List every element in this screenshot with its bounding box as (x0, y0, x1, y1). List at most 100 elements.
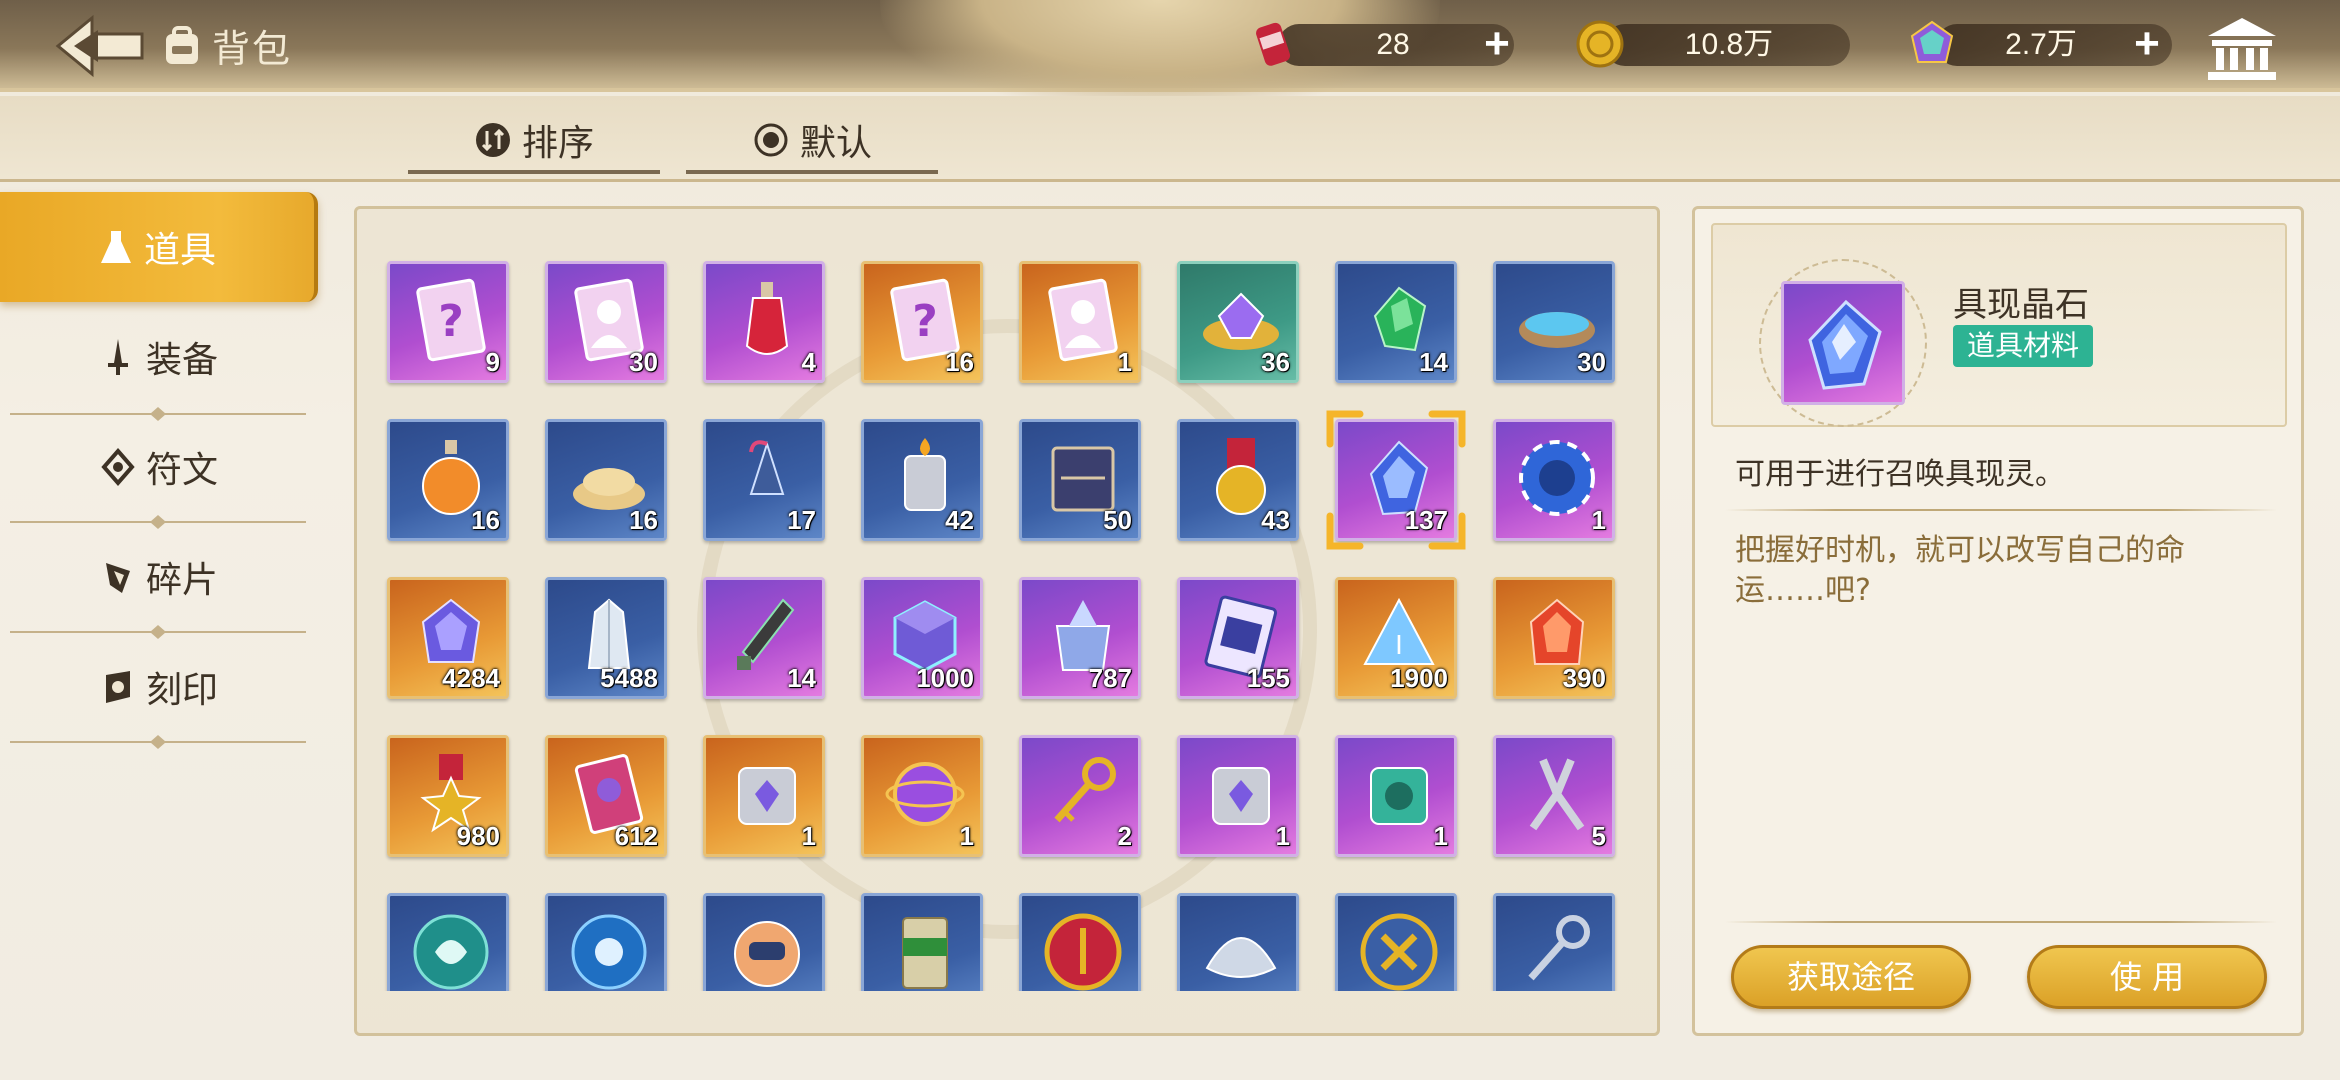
inventory-slot[interactable]: I 1900 (1335, 577, 1457, 699)
shard-icon (105, 563, 130, 593)
inventory-grid[interactable]: ? 9 30 4? 16 1 36 14 30 16 16 17 42 50 43 137 1 4284 5488 1… (357, 209, 1657, 991)
inventory-slot[interactable] (1019, 893, 1141, 991)
inventory-slot[interactable]: 30 (545, 261, 667, 383)
inventory-slot[interactable]: 36 (1177, 261, 1299, 383)
inventory-slot[interactable]: 42 (861, 419, 983, 541)
item-count: 16 (471, 505, 500, 535)
inventory-slot[interactable]: 5488 (545, 577, 667, 699)
item-count: 1000 (916, 663, 974, 693)
teal-can-icon (1370, 767, 1428, 825)
item-count: 9 (485, 347, 500, 377)
item-count: 30 (629, 347, 658, 377)
mystery-card-icon: ? (416, 278, 486, 362)
item-count: 16 (945, 347, 974, 377)
tin-can-icon (1212, 767, 1270, 825)
item-count: 36 (1261, 347, 1290, 377)
add-energy-button[interactable]: + (1478, 22, 1516, 66)
svg-text:I: I (1395, 631, 1403, 661)
inventory-slot[interactable]: 14 (703, 577, 825, 699)
currency-amount: 2.7万 (2005, 28, 2077, 61)
inventory-slot[interactable]: 1 (703, 735, 825, 857)
character-card-icon (1048, 278, 1118, 362)
inventory-slot[interactable]: 4 (703, 261, 825, 383)
inventory-slot[interactable]: 5 (1493, 735, 1615, 857)
inventory-slot[interactable]: 16 (387, 419, 509, 541)
item-count: 14 (1419, 347, 1448, 377)
tin-can-icon (738, 767, 796, 825)
inventory-slot[interactable] (861, 893, 983, 991)
inventory-slot[interactable]: 17 (703, 419, 825, 541)
inventory-slot[interactable]: 390 (1493, 577, 1615, 699)
cross-coin-icon (1360, 913, 1438, 991)
selected-item-name: 具现晶石 (1953, 285, 2089, 325)
inventory-slot[interactable] (703, 893, 825, 991)
inventory-slot[interactable]: 980 (387, 735, 509, 857)
item-count: 787 (1088, 663, 1132, 693)
inventory-slot[interactable]: 1 (1493, 419, 1615, 541)
inventory-slot[interactable]: 787 (1019, 577, 1141, 699)
item-count: 14 (787, 663, 816, 693)
item-description: 可用于进行召唤具现灵。 (1735, 457, 2065, 492)
backpack-icon (166, 25, 198, 64)
inventory-slot[interactable]: 2 (1019, 735, 1141, 857)
inventory-panel: ? 9 30 4? 16 1 36 14 30 16 16 17 42 50 43 137 1 4284 5488 1… (354, 206, 1660, 1036)
acquire-source-button[interactable]: 获取途径 (1731, 945, 1971, 1009)
cement-bag-icon (902, 917, 948, 989)
inventory-slot[interactable]: 155 (1177, 577, 1299, 699)
energy-can-icon (1256, 22, 1291, 66)
inventory-slot[interactable]: 612 (545, 735, 667, 857)
sidebar-item-seals[interactable]: 刻印 (0, 632, 318, 742)
inventory-slot[interactable] (1493, 893, 1615, 991)
item-count: 16 (629, 505, 658, 535)
sort-label: 排序 (521, 123, 594, 164)
item-count: 4284 (442, 663, 500, 693)
back-button[interactable] (52, 12, 148, 80)
inventory-slot[interactable]: 43 (1177, 419, 1299, 541)
blue-crystal-icon (1808, 299, 1882, 390)
sidebar-item-label: 碎片 (145, 560, 218, 601)
inventory-slot[interactable]: ? 16 (861, 261, 983, 383)
sidebar-item-runes[interactable]: 符文 (0, 412, 318, 522)
inventory-slot[interactable]: 14 (1335, 261, 1457, 383)
inventory-slot[interactable] (387, 893, 509, 991)
use-button[interactable]: 使 用 (2027, 945, 2267, 1009)
back-arrow-icon (55, 14, 144, 78)
inventory-slot[interactable]: 1 (1177, 735, 1299, 857)
sort-icon (475, 123, 510, 157)
inventory-slot[interactable]: 1 (1335, 735, 1457, 857)
inventory-slot[interactable] (1177, 893, 1299, 991)
sidebar-item-equipment[interactable]: 装备 (0, 302, 318, 412)
sort-button[interactable]: 排序 (408, 116, 660, 174)
item-type-badge: 道具材料 (1953, 325, 2094, 367)
inventory-slot[interactable]: 137 (1335, 419, 1457, 541)
bank-icon[interactable] (2204, 14, 2280, 82)
sword-icon (107, 339, 128, 375)
pliers-icon (1529, 758, 1585, 831)
selected-item-icon (1781, 281, 1905, 405)
item-count: 4 (801, 347, 816, 377)
inventory-slot[interactable]: 30 (1493, 261, 1615, 383)
inventory-slot[interactable]: ? 9 (387, 261, 509, 383)
category-sidebar: 道具 装备 符文 碎片 刻印 (0, 192, 320, 772)
item-count: 17 (787, 505, 816, 535)
robot-icon (734, 921, 800, 987)
svg-text:?: ? (438, 296, 464, 347)
inventory-slot[interactable]: 16 (545, 419, 667, 541)
inventory-slot[interactable]: 1 (861, 735, 983, 857)
inventory-slot[interactable]: 50 (1019, 419, 1141, 541)
sword-coin-icon (1044, 913, 1122, 991)
inventory-slot[interactable]: 1 (1019, 261, 1141, 383)
item-detail-header: 具现晶石 道具材料 (1711, 223, 2287, 427)
inventory-slot[interactable] (1335, 893, 1457, 991)
inventory-slot[interactable]: 1000 (861, 577, 983, 699)
sidebar-item-items[interactable]: 道具 (0, 192, 318, 302)
add-gem-button[interactable]: + (2128, 22, 2166, 66)
inventory-slot[interactable] (545, 893, 667, 991)
default-filter-button[interactable]: 默认 (686, 116, 938, 174)
sort-strip: 排序 默认 (0, 96, 2340, 182)
seal-icon (105, 671, 130, 703)
inventory-slot[interactable]: 4284 (387, 577, 509, 699)
item-count: 1 (801, 821, 816, 851)
radio-icon (754, 123, 788, 157)
sidebar-item-shards[interactable]: 碎片 (0, 522, 318, 632)
